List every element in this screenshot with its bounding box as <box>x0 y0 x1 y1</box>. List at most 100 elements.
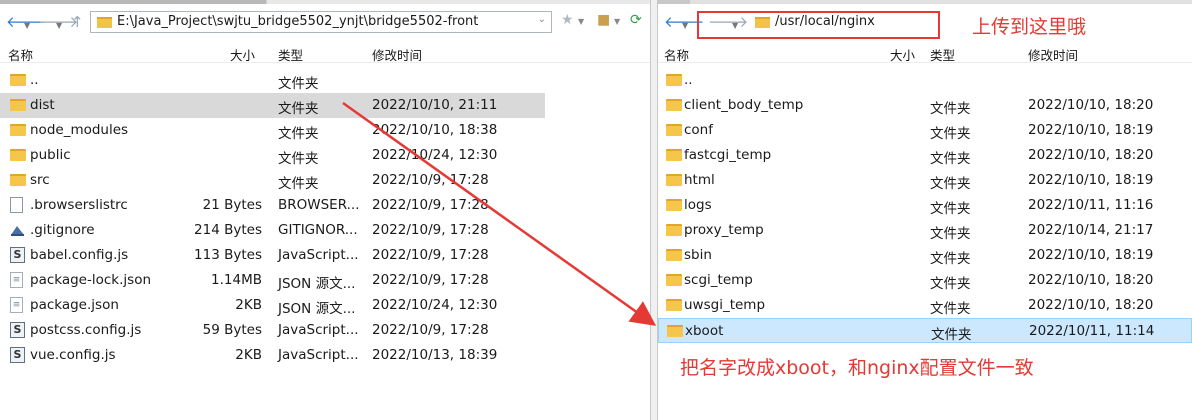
local-column-header: 名称 大小 类型 修改时间 <box>0 40 650 63</box>
up-folder-icon[interactable]: ↑ <box>71 13 84 31</box>
file-name: xboot <box>685 323 724 339</box>
upload-here-annotation: 上传到这里哦 <box>972 16 1087 38</box>
script-file-icon: S <box>10 347 25 363</box>
file-row[interactable]: .. <box>658 68 1192 93</box>
file-row[interactable]: Spostcss.config.js 59 Bytes JavaScript... 2… <box>0 318 650 343</box>
file-type: JavaScript... <box>278 347 359 363</box>
file-row[interactable]: scgi_temp 文件夹 2022/10/10, 18:20 <box>658 268 1192 293</box>
folder-icon <box>10 99 26 111</box>
file-name: .. <box>30 72 39 88</box>
column-size-header[interactable]: 大小 <box>890 45 915 64</box>
file-modified: 2022/10/9, 17:28 <box>372 322 489 338</box>
local-toolbar: 🡐 ▼ 🡒 ▼ ↑ E:\Java_Project\swjtu_bridge55… <box>0 4 650 40</box>
file-row[interactable]: logs 文件夹 2022/10/11, 11:16 <box>658 193 1192 218</box>
rename-instruction-annotation: 把名字改成xboot，和nginx配置文件一致 <box>680 357 1034 379</box>
file-type: 文件夹 <box>930 151 971 167</box>
file-modified: 2022/10/9, 17:28 <box>372 222 489 238</box>
file-modified: 2022/10/10, 18:20 <box>1028 272 1154 288</box>
file-modified: 2022/10/9, 17:28 <box>372 272 489 288</box>
file-modified: 2022/10/11, 11:14 <box>1029 323 1155 339</box>
file-row[interactable]: .gitignore 214 Bytes GITIGNOR... 2022/10/9,… <box>0 218 650 243</box>
file-row[interactable]: .browserslistrc 21 Bytes BROWSER... 2022/10… <box>0 193 650 218</box>
file-row[interactable]: client_body_temp 文件夹 2022/10/10, 18:20 <box>658 93 1192 118</box>
folder-home-icon[interactable]: ■ <box>597 12 610 28</box>
folder-icon <box>666 199 682 211</box>
file-size: 59 Bytes <box>202 322 262 338</box>
column-modified-header[interactable]: 修改时间 <box>1028 45 1078 64</box>
file-modified: 2022/10/9, 17:28 <box>372 247 489 263</box>
file-modified: 2022/10/10, 18:38 <box>372 122 498 138</box>
column-type-header[interactable]: 类型 <box>930 45 955 64</box>
back-history-dropdown-icon[interactable]: ▼ <box>24 17 30 35</box>
file-type: JSON 源文... <box>278 301 356 317</box>
file-modified: 2022/10/13, 18:39 <box>372 347 498 363</box>
chevron-down-icon[interactable]: ⌄ <box>538 14 546 25</box>
file-modified: 2022/10/14, 21:17 <box>1028 222 1154 238</box>
file-type: 文件夹 <box>930 101 971 117</box>
file-type: 文件夹 <box>278 151 319 167</box>
file-modified: 2022/10/10, 21:11 <box>372 97 498 113</box>
folder-icon <box>10 149 26 161</box>
file-type: 文件夹 <box>930 176 971 192</box>
folder-icon <box>666 124 682 136</box>
file-row[interactable]: src 文件夹 2022/10/9, 17:28 <box>0 168 650 193</box>
file-type: 文件夹 <box>930 251 971 267</box>
back-history-dropdown-icon[interactable]: ▼ <box>682 17 688 35</box>
file-row[interactable]: ≡ package-lock.json 1.14MB JSON 源文... 2022/1… <box>0 268 650 293</box>
file-type: BROWSER... <box>278 197 360 213</box>
file-row[interactable]: ≡ package.json 2KB JSON 源文... 2022/10/24, 12… <box>0 293 650 318</box>
refresh-icon[interactable]: ⟳ <box>630 12 642 28</box>
file-name: scgi_temp <box>684 272 753 288</box>
folder-icon <box>10 124 26 136</box>
file-type: JavaScript... <box>278 322 359 338</box>
column-modified-header[interactable]: 修改时间 <box>372 45 422 64</box>
file-name: fastcgi_temp <box>684 147 772 163</box>
column-name-header[interactable]: 名称 <box>664 45 689 64</box>
home-dropdown-icon[interactable]: ▼ <box>614 17 620 26</box>
file-size: 1.14MB <box>211 272 262 288</box>
pane-splitter[interactable] <box>650 0 658 420</box>
file-name: vue.config.js <box>30 347 116 363</box>
file-row[interactable]: dist 文件夹 2022/10/10, 21:11 <box>0 93 545 118</box>
git-file-icon <box>10 223 25 237</box>
file-type: 文件夹 <box>278 76 319 92</box>
column-type-header[interactable]: 类型 <box>278 45 303 64</box>
bookmark-dropdown-icon[interactable]: ▼ <box>578 17 584 26</box>
file-type: 文件夹 <box>930 126 971 142</box>
forward-history-dropdown-icon[interactable]: ▼ <box>56 17 62 35</box>
file-type: 文件夹 <box>278 101 319 117</box>
file-row[interactable]: xboot 文件夹 2022/10/11, 11:14 <box>658 318 1192 343</box>
star-icon[interactable]: ★ <box>561 12 574 28</box>
file-row[interactable]: html 文件夹 2022/10/10, 18:19 <box>658 168 1192 193</box>
file-row[interactable]: proxy_temp 文件夹 2022/10/14, 21:17 <box>658 218 1192 243</box>
file-row[interactable]: sbin 文件夹 2022/10/10, 18:19 <box>658 243 1192 268</box>
file-name: babel.config.js <box>30 247 129 263</box>
file-type: 文件夹 <box>930 276 971 292</box>
file-modified: 2022/10/9, 17:28 <box>372 172 489 188</box>
file-row[interactable]: node_modules 文件夹 2022/10/10, 18:38 <box>0 118 650 143</box>
file-row[interactable]: conf 文件夹 2022/10/10, 18:19 <box>658 118 1192 143</box>
file-name: uwsgi_temp <box>684 297 766 313</box>
file-name: postcss.config.js <box>30 322 142 338</box>
local-path-input[interactable]: E:\Java_Project\swjtu_bridge5502_ynjt\br… <box>90 11 552 33</box>
file-name: package-lock.json <box>30 272 152 288</box>
column-name-header[interactable]: 名称 <box>8 45 33 64</box>
json-file-icon: ≡ <box>10 272 23 288</box>
file-row[interactable]: public 文件夹 2022/10/24, 12:30 <box>0 143 650 168</box>
file-modified: 2022/10/24, 12:30 <box>372 297 498 313</box>
file-modified: 2022/10/10, 18:19 <box>1028 247 1154 263</box>
json-file-icon: ≡ <box>10 297 23 313</box>
remote-toolbar: 🡐 ▼ 🡒 ▼ /usr/local/nginx 上传到这里哦 <box>658 4 1192 40</box>
file-row[interactable]: uwsgi_temp 文件夹 2022/10/10, 18:20 <box>658 293 1192 318</box>
file-row[interactable]: Svue.config.js 2KB JavaScript... 2022/10/13… <box>0 343 650 368</box>
file-name: .browserslistrc <box>30 197 128 213</box>
column-size-header[interactable]: 大小 <box>230 45 255 64</box>
file-row[interactable]: Sbabel.config.js 113 Bytes JavaScript... 20… <box>0 243 650 268</box>
remote-file-pane: 🡐 ▼ 🡒 ▼ /usr/local/nginx 上传到这里哦 名称 大小 类型… <box>658 0 1192 420</box>
file-name: sbin <box>684 247 712 263</box>
file-name: .. <box>684 72 693 88</box>
file-row[interactable]: .. 文件夹 <box>0 68 650 93</box>
file-name: node_modules <box>30 122 129 138</box>
file-size: 113 Bytes <box>194 247 262 263</box>
file-row[interactable]: fastcgi_temp 文件夹 2022/10/10, 18:20 <box>658 143 1192 168</box>
